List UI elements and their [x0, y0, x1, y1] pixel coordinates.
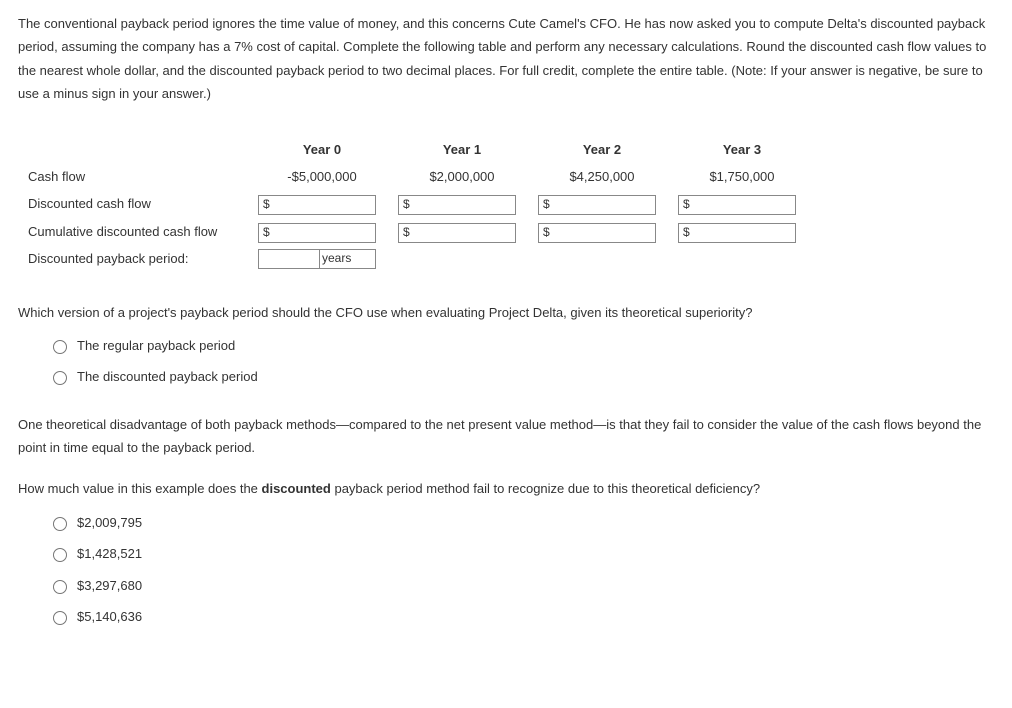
label-dpp: Discounted payback period:	[22, 245, 252, 272]
q2-label-c: $3,297,680	[77, 574, 142, 597]
row-dpp: Discounted payback period: years	[22, 245, 812, 272]
q2-option-c[interactable]: $3,297,680	[48, 574, 994, 597]
dcf-input-y3[interactable]: $	[678, 195, 796, 215]
dollar-prefix: $	[259, 222, 274, 244]
q1-label-regular: The regular payback period	[77, 334, 235, 357]
dcf-field-y1[interactable]	[414, 198, 515, 212]
q2-option-a[interactable]: $2,009,795	[48, 511, 994, 534]
q1-option-regular[interactable]: The regular payback period	[48, 334, 994, 357]
q1-text: Which version of a project's payback per…	[18, 301, 994, 324]
cumdcf-field-y2[interactable]	[554, 226, 655, 240]
q2-label-a: $2,009,795	[77, 511, 142, 534]
q2-radio-b[interactable]	[53, 548, 67, 562]
header-year0: Year 0	[252, 136, 392, 163]
q2-text: How much value in this example does the …	[18, 477, 994, 500]
payback-table: Year 0 Year 1 Year 2 Year 3 Cash flow -$…	[22, 136, 812, 273]
cashflow-y1: $2,000,000	[392, 163, 532, 190]
cumdcf-input-y0[interactable]: $	[258, 223, 376, 243]
dollar-prefix: $	[539, 194, 554, 216]
q2-radio-a[interactable]	[53, 517, 67, 531]
disadvantage-paragraph: One theoretical disadvantage of both pay…	[18, 413, 994, 460]
dcf-input-y0[interactable]: $	[258, 195, 376, 215]
q2-option-b[interactable]: $1,428,521	[48, 542, 994, 565]
years-suffix: years	[319, 250, 357, 268]
header-year2: Year 2	[532, 136, 672, 163]
q1-label-discounted: The discounted payback period	[77, 365, 258, 388]
dollar-prefix: $	[539, 222, 554, 244]
cumdcf-field-y1[interactable]	[414, 226, 515, 240]
q2-label-d: $5,140,636	[77, 605, 142, 628]
dcf-field-y2[interactable]	[554, 198, 655, 212]
q1-radio-discounted[interactable]	[53, 371, 67, 385]
q2-suffix: payback period method fail to recognize …	[331, 481, 760, 496]
dcf-field-y0[interactable]	[274, 198, 375, 212]
cashflow-y3: $1,750,000	[672, 163, 812, 190]
dpp-input[interactable]: years	[258, 249, 376, 269]
row-cumdcf: Cumulative discounted cash flow $ $ $ $	[22, 218, 812, 245]
q2-bold: discounted	[262, 481, 331, 496]
q1-radio-regular[interactable]	[53, 340, 67, 354]
dcf-input-y1[interactable]: $	[398, 195, 516, 215]
dollar-prefix: $	[679, 222, 694, 244]
cashflow-y2: $4,250,000	[532, 163, 672, 190]
dollar-prefix: $	[259, 194, 274, 216]
dcf-input-y2[interactable]: $	[538, 195, 656, 215]
q2-radio-d[interactable]	[53, 611, 67, 625]
cumdcf-input-y2[interactable]: $	[538, 223, 656, 243]
cumdcf-input-y3[interactable]: $	[678, 223, 796, 243]
q2-prefix: How much value in this example does the	[18, 481, 262, 496]
q1-options: The regular payback period The discounte…	[48, 334, 994, 389]
dollar-prefix: $	[399, 222, 414, 244]
cumdcf-field-y0[interactable]	[274, 226, 375, 240]
dcf-field-y3[interactable]	[694, 198, 795, 212]
q2-label-b: $1,428,521	[77, 542, 142, 565]
label-dcf: Discounted cash flow	[22, 190, 252, 217]
cumdcf-input-y1[interactable]: $	[398, 223, 516, 243]
q2-radio-c[interactable]	[53, 580, 67, 594]
header-year1: Year 1	[392, 136, 532, 163]
label-cashflow: Cash flow	[22, 163, 252, 190]
header-year3: Year 3	[672, 136, 812, 163]
dollar-prefix: $	[399, 194, 414, 216]
row-cashflow: Cash flow -$5,000,000 $2,000,000 $4,250,…	[22, 163, 812, 190]
dpp-field[interactable]	[259, 252, 319, 266]
intro-paragraph: The conventional payback period ignores …	[18, 12, 994, 106]
cumdcf-field-y3[interactable]	[694, 226, 795, 240]
row-dcf: Discounted cash flow $ $ $ $	[22, 190, 812, 217]
q1-option-discounted[interactable]: The discounted payback period	[48, 365, 994, 388]
cashflow-y0: -$5,000,000	[252, 163, 392, 190]
q2-option-d[interactable]: $5,140,636	[48, 605, 994, 628]
dollar-prefix: $	[679, 194, 694, 216]
q2-options: $2,009,795 $1,428,521 $3,297,680 $5,140,…	[48, 511, 994, 629]
label-cumdcf: Cumulative discounted cash flow	[22, 218, 252, 245]
